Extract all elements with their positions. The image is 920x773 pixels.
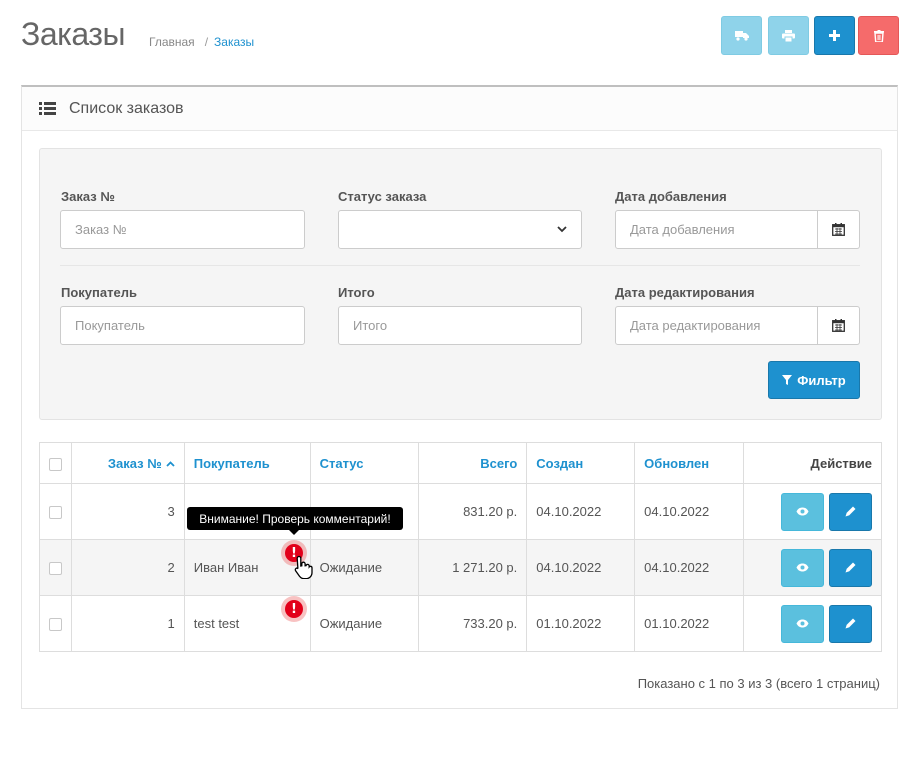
order-id-label: Заказ №: [61, 189, 115, 204]
calendar-icon: [832, 223, 845, 236]
order-id-cell: 2: [71, 539, 185, 596]
filter-button-label: Фильтр: [797, 372, 846, 388]
action-cell: [743, 595, 882, 652]
date-added-label: Дата добавления: [615, 189, 727, 204]
date-modified-label: Дата редактирования: [615, 285, 755, 300]
calendar-icon: [832, 319, 845, 332]
panel-heading: Список заказов: [22, 87, 897, 131]
orders-table: Заказ № Покупатель Статус Всего Создан О…: [39, 442, 882, 652]
pagination-info: Показано с 1 по 3 из 3 (всего 1 страниц): [637, 676, 880, 691]
order-id-cell: 1: [71, 595, 185, 652]
column-header-customer[interactable]: Покупатель: [183, 442, 311, 484]
truck-icon: [734, 31, 749, 41]
date-modified-input[interactable]: Дата редактирования: [615, 306, 818, 345]
total-cell: 733.20 р.: [418, 595, 528, 652]
hand-cursor-icon: [294, 555, 313, 579]
updated-cell: 04.10.2022: [634, 539, 745, 596]
order-id-input[interactable]: Заказ №: [60, 210, 305, 249]
row-select-cell: [39, 539, 72, 596]
total-cell: 1 271.20 р.: [418, 539, 528, 596]
date-added-input[interactable]: Дата добавления: [615, 210, 818, 249]
date-modified-calendar-button[interactable]: [818, 306, 860, 345]
breadcrumb-separator: /: [204, 35, 209, 49]
breadcrumb-home[interactable]: Главная: [149, 35, 195, 49]
add-button[interactable]: [814, 16, 855, 55]
updated-cell: 01.10.2022: [634, 595, 745, 652]
customer-input[interactable]: Покупатель: [60, 306, 305, 345]
customer-label: Покупатель: [61, 285, 137, 300]
table-row: 3 831.20 р. 04.10.2022 04.10.2022: [39, 483, 882, 540]
row-checkbox[interactable]: [49, 618, 62, 632]
action-cell: [743, 539, 882, 596]
total-cell: 831.20 р.: [418, 483, 528, 540]
total-input[interactable]: Итого: [338, 306, 582, 345]
row-checkbox[interactable]: [49, 506, 62, 520]
page-title: Заказы: [21, 16, 125, 52]
row-select-cell: [39, 483, 72, 540]
column-header-created[interactable]: Создан: [526, 442, 636, 484]
plus-icon: [829, 30, 840, 41]
table-row: 1 test test Ожидание 733.20 р. 01.10.202…: [39, 595, 882, 652]
list-icon: [39, 102, 56, 115]
row-select-cell: [39, 595, 72, 652]
row-checkbox[interactable]: [49, 562, 62, 576]
status-cell: Ожидание: [309, 539, 420, 596]
panel-title: Список заказов: [69, 99, 184, 117]
sort-asc-icon: [166, 461, 175, 467]
warning-tooltip: Внимание! Проверь комментарий!: [187, 507, 403, 535]
column-header-total[interactable]: Всего: [418, 442, 528, 484]
created-cell: 04.10.2022: [526, 483, 636, 540]
pencil-icon: [845, 618, 856, 629]
view-button[interactable]: [781, 604, 824, 643]
exclamation-icon: !: [285, 600, 303, 618]
eye-icon: [796, 507, 809, 516]
created-cell: 01.10.2022: [526, 595, 636, 652]
breadcrumb: Главная / Заказы: [149, 35, 254, 49]
created-cell: 04.10.2022: [526, 539, 636, 596]
order-status-select[interactable]: [338, 210, 582, 249]
print-icon: [782, 29, 795, 42]
total-label: Итого: [338, 285, 375, 300]
trash-icon: [873, 29, 884, 42]
filter-panel: Заказ № Заказ № Статус заказа Дата добав…: [39, 148, 882, 420]
edit-button[interactable]: [829, 548, 872, 587]
breadcrumb-orders[interactable]: Заказы: [214, 35, 254, 49]
select-all-checkbox[interactable]: [49, 457, 62, 471]
action-cell: [743, 483, 882, 540]
view-button[interactable]: [781, 548, 824, 587]
order-status-label: Статус заказа: [338, 189, 427, 204]
filter-button[interactable]: Фильтр: [768, 361, 860, 399]
pencil-icon: [845, 506, 856, 517]
comment-warning-icon[interactable]: !: [281, 596, 307, 622]
ship-button[interactable]: [721, 16, 762, 55]
chevron-down-icon: [557, 226, 567, 233]
eye-icon: [796, 563, 809, 572]
column-header-order-id[interactable]: Заказ №: [71, 442, 185, 484]
order-id-cell: 3: [71, 483, 185, 540]
edit-button[interactable]: [829, 492, 872, 531]
filter-divider: [60, 265, 860, 266]
edit-button[interactable]: [829, 604, 872, 643]
date-added-calendar-button[interactable]: [818, 210, 860, 249]
table-row: 2 Иван Иван Ожидание 1 271.20 р. 04.10.2…: [39, 539, 882, 596]
table-header-row: Заказ № Покупатель Статус Всего Создан О…: [39, 442, 882, 484]
print-button[interactable]: [768, 16, 809, 55]
view-button[interactable]: [781, 492, 824, 531]
status-cell: Ожидание: [309, 595, 420, 652]
orders-panel: Список заказов Заказ № Заказ № Статус за…: [21, 85, 898, 709]
column-header-action: Действие: [743, 442, 882, 484]
updated-cell: 04.10.2022: [634, 483, 745, 540]
column-header-updated[interactable]: Обновлен: [634, 442, 745, 484]
select-all-cell: [39, 442, 72, 484]
pencil-icon: [845, 562, 856, 573]
delete-button[interactable]: [858, 16, 899, 55]
eye-icon: [796, 619, 809, 628]
column-order-id-label: Заказ №: [107, 455, 162, 471]
filter-icon: [782, 375, 793, 385]
column-header-status[interactable]: Статус: [309, 442, 420, 484]
